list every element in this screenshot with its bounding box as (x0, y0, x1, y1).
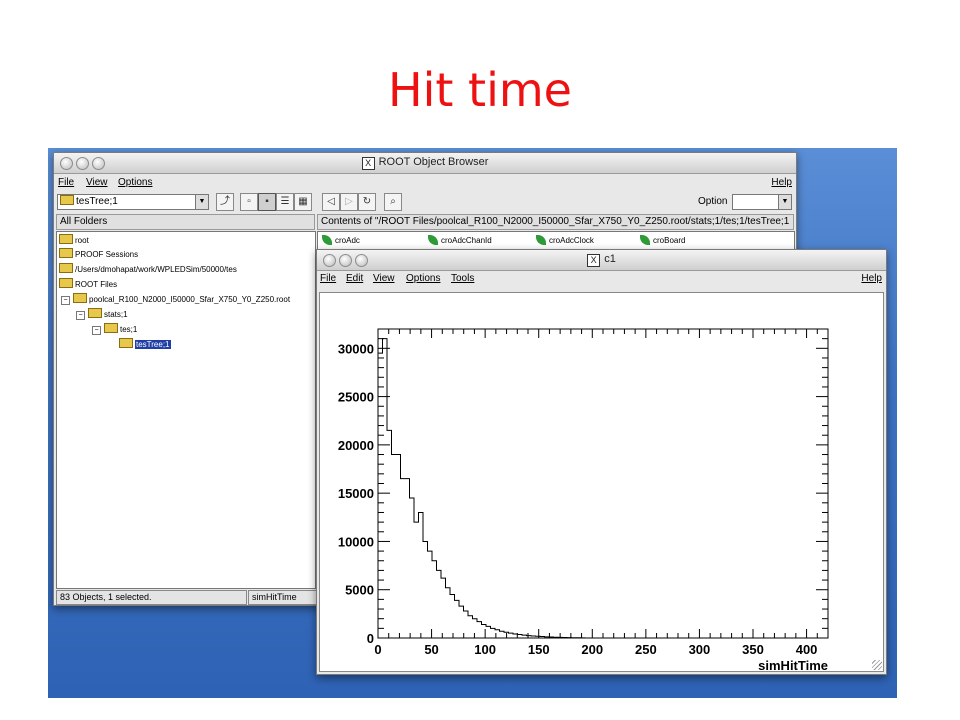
canvas-menubar: File Edit View Options Tools Help (317, 270, 886, 288)
folder-icon (73, 293, 87, 303)
x-tick-label: 200 (581, 642, 603, 657)
desktop: X ROOT Object Browser File View Options H… (48, 148, 897, 698)
tree-combo[interactable]: tesTree;1 ▼ (57, 194, 209, 210)
option-label: Option (698, 196, 728, 207)
folder-icon (59, 234, 73, 244)
menu-file[interactable]: File (58, 177, 74, 188)
tree-combo-value: tesTree;1 (76, 196, 118, 207)
canvas-area[interactable]: 0 5000 10000 15000 20000 25000 30000 0 50 100 150… (319, 292, 884, 673)
list-view-button[interactable]: ☰ (276, 193, 294, 211)
folder-icon (60, 195, 74, 205)
menu-file[interactable]: File (320, 273, 336, 284)
list-item[interactable]: croBoard (640, 234, 685, 248)
x-tick-label: 100 (474, 642, 496, 657)
menu-view[interactable]: View (373, 273, 395, 284)
browser-menubar: File View Options Help (54, 174, 796, 192)
browser-title: ROOT Object Browser (378, 156, 489, 168)
x-tick-label: 300 (689, 642, 711, 657)
collapse-icon[interactable]: − (76, 311, 85, 320)
x-tick-label: 350 (742, 642, 764, 657)
folder-icon (88, 308, 102, 318)
chevron-down-icon[interactable]: ▼ (195, 195, 208, 209)
contents-header: Contents of "/ROOT Files/poolcal_R100_N2… (317, 214, 794, 230)
x-tick-label: 250 (635, 642, 657, 657)
small-icons-button[interactable]: ▪ (258, 193, 276, 211)
forward-button[interactable]: ▷ (340, 193, 358, 211)
histogram-chart: 0 5000 10000 15000 20000 25000 30000 0 50 100 150… (338, 328, 829, 673)
all-folders-header: All Folders (56, 214, 315, 230)
y-tick-label: 25000 (338, 390, 374, 405)
menu-edit[interactable]: Edit (346, 273, 363, 284)
x11-icon: X (361, 157, 375, 170)
folder-tree: root PROOF Sessions /Users/dmohapat/work… (56, 231, 316, 589)
menu-options[interactable]: Options (118, 177, 152, 188)
x-tick-label: 150 (528, 642, 550, 657)
y-tick-label: 10000 (338, 534, 374, 549)
leaf-icon (428, 235, 438, 245)
tree-item[interactable]: stats;1 (88, 308, 128, 322)
collapse-icon[interactable]: − (61, 296, 70, 305)
leaf-icon (640, 235, 650, 245)
tree-item[interactable]: PROOF Sessions (59, 248, 138, 262)
x11-icon: X (587, 254, 601, 267)
tree-item[interactable]: ROOT Files (59, 278, 117, 292)
canvas-title: c1 (604, 253, 616, 265)
y-tick-label: 0 (367, 631, 374, 646)
tree-item-selected[interactable]: tesTree;1 (119, 338, 171, 352)
status-objects: 83 Objects, 1 selected. (56, 590, 247, 605)
folder-icon (119, 338, 133, 348)
back-button[interactable]: ◁ (322, 193, 340, 211)
refresh-button[interactable]: ↻ (358, 193, 376, 211)
leaf-icon (322, 235, 332, 245)
slide-title: Hit time (388, 63, 572, 117)
folder-icon (59, 263, 73, 273)
folder-icon (104, 323, 118, 333)
inspect-button[interactable]: ⌕ (384, 193, 402, 211)
menu-help[interactable]: Help (771, 177, 792, 188)
tree-item[interactable]: poolcal_R100_N2000_I50000_Sfar_X750_Y0_Z… (73, 293, 290, 307)
folder-icon (59, 278, 73, 288)
x-tick-label: 0 (374, 642, 381, 657)
status-selection: simHitTime (248, 590, 317, 605)
tree-item[interactable]: /Users/dmohapat/work/WPLEDSim/50000/tes (59, 263, 237, 277)
y-tick-label: 15000 (338, 486, 374, 501)
canvas-titlebar[interactable]: Xc1 (317, 250, 886, 271)
menu-options[interactable]: Options (406, 273, 440, 284)
list-item[interactable]: croAdcClock (536, 234, 594, 248)
y-tick-label: 30000 (338, 341, 374, 356)
y-tick-label: 5000 (345, 583, 374, 598)
resize-grip-icon[interactable] (872, 660, 882, 670)
folder-icon (59, 248, 73, 258)
chevron-down-icon[interactable]: ▼ (778, 195, 791, 209)
list-item[interactable]: croAdc (322, 234, 360, 248)
histogram-series (377, 338, 590, 639)
details-view-button[interactable]: ▦ (294, 193, 312, 211)
plot-frame (377, 328, 829, 639)
leaf-icon (536, 235, 546, 245)
x-tick-label: 400 (796, 642, 818, 657)
menu-view[interactable]: View (86, 177, 108, 188)
browser-titlebar[interactable]: X ROOT Object Browser (54, 153, 796, 174)
y-tick-label: 20000 (338, 438, 374, 453)
collapse-icon[interactable]: − (92, 326, 101, 335)
x-axis-label: simHitTime (758, 658, 828, 671)
tree-item[interactable]: root (59, 234, 89, 248)
canvas-window-c1: Xc1 File Edit View Options Tools Help 0 5… (316, 249, 887, 675)
tree-item[interactable]: tes;1 (104, 323, 137, 337)
menu-tools[interactable]: Tools (451, 273, 474, 284)
up-level-button[interactable]: ⤴ (216, 193, 234, 211)
menu-help[interactable]: Help (861, 273, 882, 284)
option-combo[interactable]: ▼ (732, 194, 792, 210)
list-item[interactable]: croAdcChanId (428, 234, 492, 248)
browser-toolbar: tesTree;1 ▼ ⤴ ▫ ▪ ☰ ▦ ◁ ▷ ↻ ⌕ Option ▼ (54, 193, 794, 211)
x-tick-label: 50 (424, 642, 438, 657)
large-icons-button[interactable]: ▫ (240, 193, 258, 211)
